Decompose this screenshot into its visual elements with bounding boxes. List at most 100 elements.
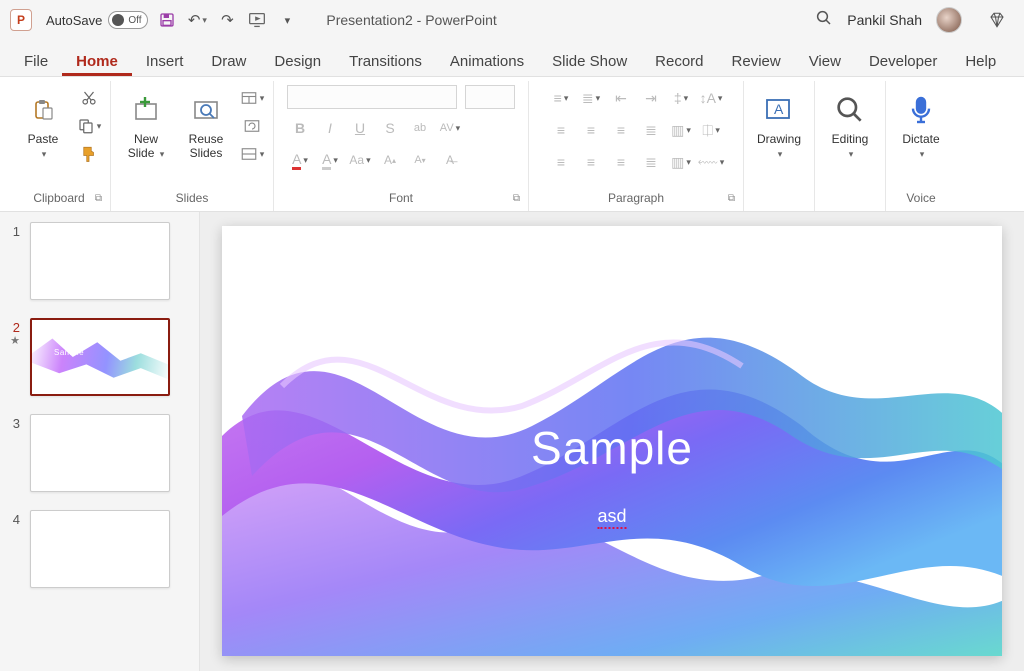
group-slides: New Slide ▾ Reuse Slides ▾ ▾ Slides — [110, 81, 273, 211]
clipboard-group-label: Clipboard — [33, 191, 84, 205]
clipboard-launcher-icon[interactable]: ⧉ — [95, 193, 102, 204]
slide-area[interactable]: Sample asd — [200, 212, 1024, 671]
tab-file[interactable]: File — [10, 45, 62, 76]
slide-canvas[interactable]: Sample asd — [222, 226, 1002, 656]
justify-button-2[interactable]: ≣ — [638, 149, 664, 175]
numbering-button[interactable]: ≣▾ — [578, 85, 604, 111]
align-right-button-2[interactable]: ≡ — [608, 149, 634, 175]
columns-button-2[interactable]: ▥▾ — [668, 149, 694, 175]
tab-transitions[interactable]: Transitions — [335, 45, 436, 76]
drawing-label: Drawing — [757, 132, 801, 146]
slide-title[interactable]: Sample — [531, 421, 693, 475]
tab-insert[interactable]: Insert — [132, 45, 198, 76]
autosave-toggle[interactable]: Off — [108, 11, 148, 29]
text-direction-button[interactable]: ↕A▾ — [698, 85, 724, 111]
thumb-num-2: 2 — [6, 318, 20, 335]
tab-record[interactable]: Record — [641, 45, 717, 76]
drawing-button[interactable]: A Drawing▾ — [752, 85, 806, 161]
thumb-preview-2[interactable]: Sample — [30, 318, 170, 396]
thumbnail-1[interactable]: 1 — [6, 222, 187, 300]
indent-decrease-button[interactable]: ⇤ — [608, 85, 634, 111]
bold-button[interactable]: B — [287, 115, 313, 141]
grow-font-button[interactable]: A▴ — [377, 147, 403, 173]
clear-formatting-button[interactable]: A̶ — [437, 147, 463, 173]
tab-design[interactable]: Design — [260, 45, 335, 76]
font-launcher-icon[interactable]: ⧉ — [513, 193, 520, 204]
thumb-preview-1[interactable] — [30, 222, 170, 300]
group-drawing: A Drawing▾ — [743, 81, 814, 211]
layout-button[interactable]: ▾ — [239, 85, 265, 111]
start-from-beginning-button[interactable] — [246, 9, 268, 31]
save-icon[interactable] — [156, 9, 178, 31]
thumbnail-3[interactable]: 3 — [6, 414, 187, 492]
font-family-combo[interactable] — [287, 85, 457, 109]
strikethrough-button[interactable]: S — [377, 115, 403, 141]
paste-button[interactable]: Paste▾ — [16, 85, 70, 161]
line-spacing-button[interactable]: ‡▾ — [668, 85, 694, 111]
new-slide-button[interactable]: New Slide ▾ — [119, 85, 173, 161]
group-paragraph: ≡▾ ≣▾ ⇤ ⇥ ‡▾ ↕A▾ ≡ ≡ ≡ ≣ ▥▾ ⎅▾ ≡ ≡ ≡ ≣ ▥… — [528, 81, 743, 211]
editing-button[interactable]: Editing▾ — [823, 85, 877, 161]
slide-subtitle[interactable]: asd — [597, 506, 626, 527]
thumbnail-4[interactable]: 4 — [6, 510, 187, 588]
bullets-button[interactable]: ≡▾ — [548, 85, 574, 111]
editing-label: Editing — [832, 132, 869, 146]
undo-button[interactable]: ↶▾ — [186, 9, 208, 31]
align-left-button[interactable]: ≡ — [548, 117, 574, 143]
highlight-button[interactable]: A▾ — [317, 147, 343, 173]
shrink-font-button[interactable]: A▾ — [407, 147, 433, 173]
align-center-button-2[interactable]: ≡ — [578, 149, 604, 175]
paragraph-launcher-icon[interactable]: ⧉ — [728, 193, 735, 204]
shadow-button[interactable]: ab — [407, 115, 433, 141]
format-painter-button[interactable] — [76, 141, 102, 167]
document-title: Presentation2 - PowerPoint — [326, 12, 496, 28]
font-size-combo[interactable] — [465, 85, 515, 109]
section-button[interactable]: ▾ — [239, 141, 265, 167]
user-name: Pankil Shah — [847, 12, 922, 28]
tab-developer[interactable]: Developer — [855, 45, 951, 76]
diamond-icon[interactable] — [986, 9, 1008, 31]
change-case-button[interactable]: Aa▾ — [347, 147, 373, 173]
svg-text:A: A — [774, 101, 784, 117]
voice-group-label: Voice — [906, 191, 935, 205]
redo-button[interactable]: ↷ — [216, 9, 238, 31]
indent-increase-button[interactable]: ⇥ — [638, 85, 664, 111]
tab-help[interactable]: Help — [951, 45, 1010, 76]
underline-button[interactable]: U — [347, 115, 373, 141]
cut-button[interactable] — [76, 85, 102, 111]
autosave-state: Off — [128, 15, 141, 26]
tab-animations[interactable]: Animations — [436, 45, 538, 76]
group-voice: Dictate▾ Voice — [885, 81, 956, 211]
justify-button[interactable]: ≣ — [638, 117, 664, 143]
align-left-button-2[interactable]: ≡ — [548, 149, 574, 175]
thumb-2-title: Sample — [54, 348, 84, 357]
tab-review[interactable]: Review — [718, 45, 795, 76]
qat-customize-button[interactable]: ▾ — [276, 9, 298, 31]
tab-draw[interactable]: Draw — [197, 45, 260, 76]
thumbnail-pane[interactable]: 1 2 ★ Sample 3 4 — [0, 212, 200, 671]
app-icon: P — [10, 9, 32, 31]
char-spacing-button[interactable]: AV▾ — [437, 115, 463, 141]
italic-button[interactable]: I — [317, 115, 343, 141]
align-center-button[interactable]: ≡ — [578, 117, 604, 143]
reuse-slides-button[interactable]: Reuse Slides — [179, 85, 233, 161]
tab-view[interactable]: View — [795, 45, 855, 76]
dictate-label: Dictate — [902, 132, 939, 146]
columns-button[interactable]: ▥▾ — [668, 117, 694, 143]
search-icon[interactable] — [815, 9, 833, 32]
align-text-button[interactable]: ⎅▾ — [698, 117, 724, 143]
thumb-preview-4[interactable] — [30, 510, 170, 588]
reset-button[interactable] — [239, 113, 265, 139]
align-right-button[interactable]: ≡ — [608, 117, 634, 143]
tab-slideshow[interactable]: Slide Show — [538, 45, 641, 76]
copy-button[interactable]: ▾ — [76, 113, 102, 139]
avatar[interactable] — [936, 7, 962, 33]
thumbnail-2[interactable]: 2 ★ Sample — [6, 318, 187, 396]
font-color-button[interactable]: A▾ — [287, 147, 313, 173]
tab-home[interactable]: Home — [62, 45, 132, 76]
title-bar: P AutoSave Off ↶▾ ↷ ▾ Presentation2 - Po… — [0, 0, 1024, 40]
thumb-preview-3[interactable] — [30, 414, 170, 492]
ribbon-tabs: File Home Insert Draw Design Transitions… — [0, 40, 1024, 76]
dictate-button[interactable]: Dictate▾ — [894, 85, 948, 161]
convert-smartart-button[interactable]: ⬳▾ — [698, 149, 724, 175]
